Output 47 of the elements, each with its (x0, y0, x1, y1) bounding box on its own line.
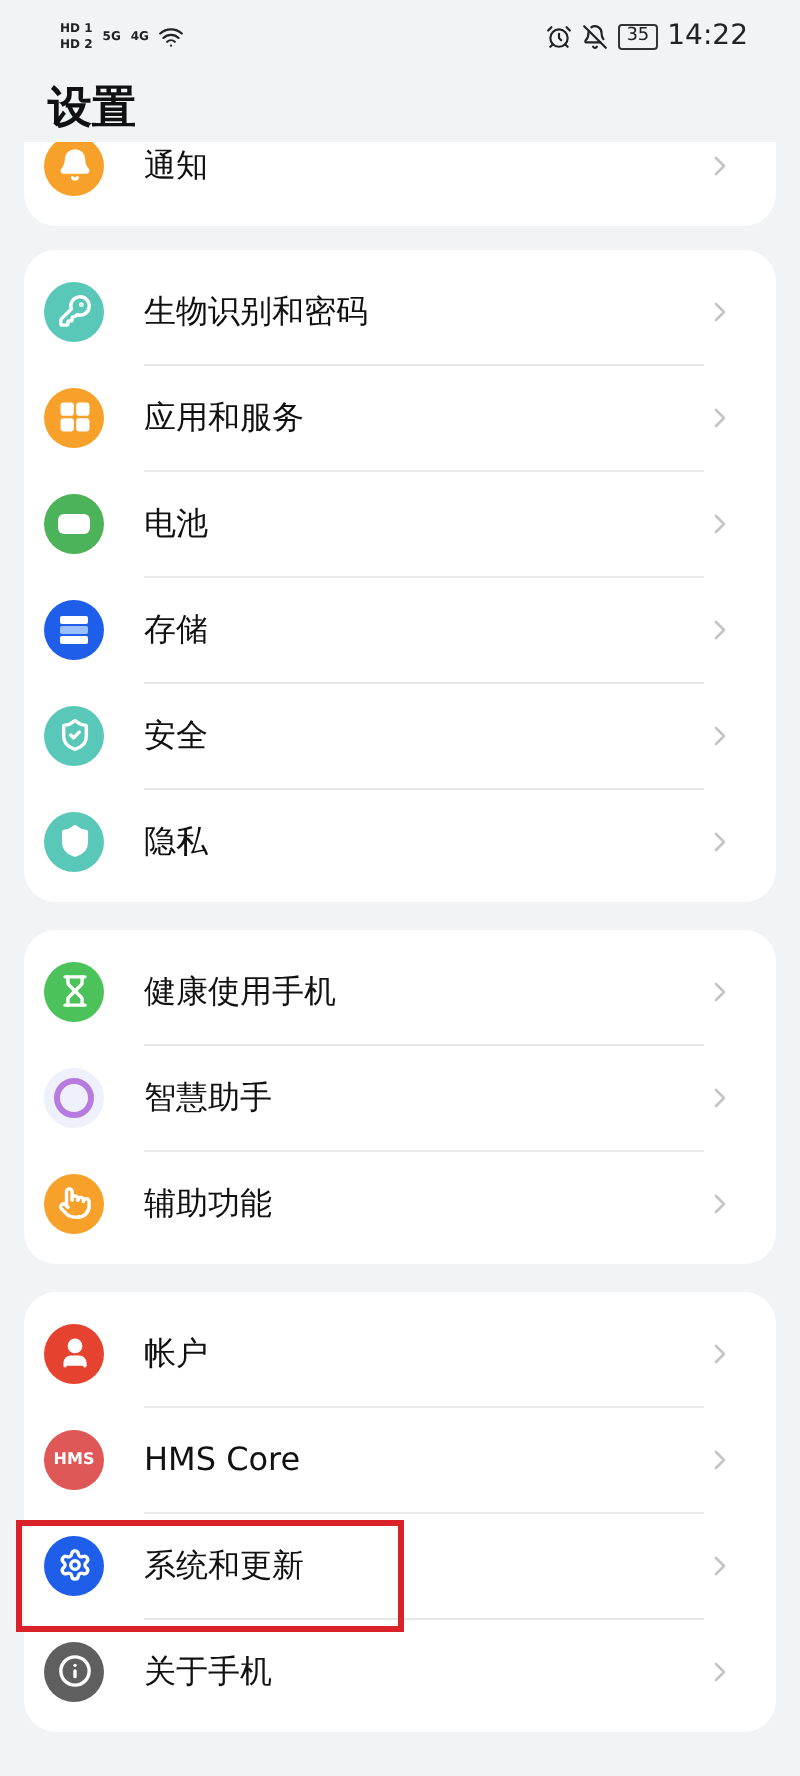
settings-item[interactable]: 生物识别和密码 (24, 258, 776, 364)
mute-icon (582, 23, 609, 49)
clock: 14:22 (667, 20, 748, 52)
hand-icon (44, 1173, 104, 1233)
item-label: 智慧助手 (144, 1043, 704, 1151)
settings-item[interactable]: 安全 (24, 682, 776, 788)
item-label: 通知 (144, 144, 210, 188)
settings-item[interactable]: HMS HMS Core (24, 1406, 776, 1512)
settings-item[interactable]: 帐户 (24, 1300, 776, 1406)
settings-item[interactable]: 隐私 (24, 788, 776, 894)
item-label: 关于手机 (144, 1650, 274, 1694)
item-label: 帐户 (144, 1299, 704, 1407)
settings-item[interactable]: 关于手机 (24, 1618, 776, 1724)
settings-item[interactable]: 辅助功能 (24, 1150, 776, 1256)
item-label: 健康使用手机 (144, 937, 704, 1045)
battery-icon (44, 493, 104, 553)
item-label: HMS Core (144, 1405, 704, 1513)
storage-icon (44, 599, 104, 659)
settings-item[interactable]: 存储 (24, 576, 776, 682)
item-label: 生物识别和密码 (144, 257, 704, 365)
hourglass-icon (44, 961, 104, 1021)
page-title: 设置 (48, 82, 138, 138)
privacy-icon (44, 811, 104, 871)
ring-icon (44, 1067, 104, 1127)
shield-icon (44, 705, 104, 765)
item-label: 电池 (144, 469, 704, 577)
settings-item[interactable]: 电池 (24, 470, 776, 576)
item-label: 隐私 (144, 820, 210, 864)
item-label: 辅助功能 (144, 1182, 274, 1226)
apps-icon (44, 387, 104, 447)
settings-item[interactable]: 系统和更新 (24, 1512, 776, 1618)
user-icon (44, 1323, 104, 1383)
gear-icon (44, 1535, 104, 1595)
wifi-icon (158, 23, 185, 49)
battery-level: 35 (618, 23, 658, 49)
key-icon (44, 281, 104, 341)
settings-item[interactable]: 应用和服务 (24, 364, 776, 470)
settings-item[interactable]: 智慧助手 (24, 1044, 776, 1150)
alarm-icon (546, 23, 573, 49)
item-label: 存储 (144, 575, 704, 683)
settings-item[interactable]: 通知 (24, 142, 776, 218)
item-label: 应用和服务 (144, 363, 704, 471)
info-icon (44, 1641, 104, 1701)
item-label: 系统和更新 (144, 1511, 704, 1619)
settings-item[interactable]: 健康使用手机 (24, 938, 776, 1044)
hms-logo: HMS (53, 1450, 95, 1468)
item-label: 安全 (144, 681, 704, 789)
